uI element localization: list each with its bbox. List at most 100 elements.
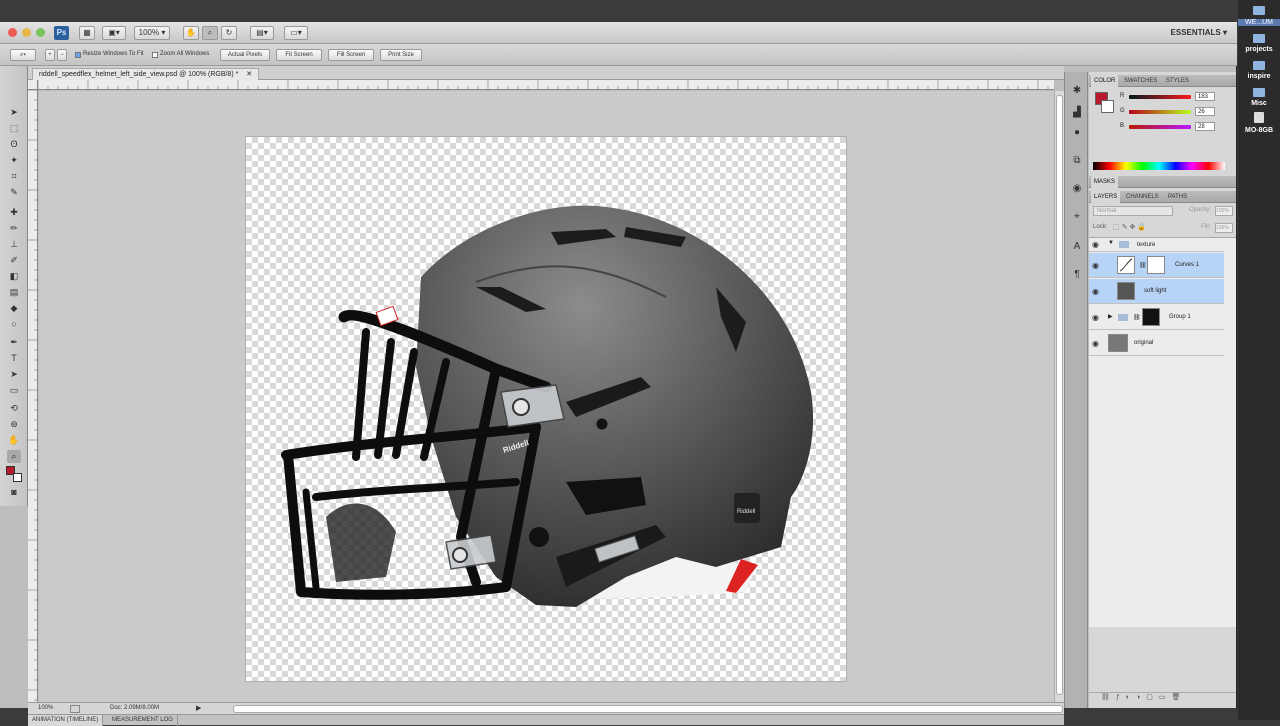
tab-swatches[interactable]: SWATCHES xyxy=(1121,75,1160,87)
desktop-item-label[interactable]: MO-8GB xyxy=(1238,127,1280,134)
tab-masks[interactable]: MASKS xyxy=(1091,176,1119,188)
visibility-eye-icon[interactable]: ◉ xyxy=(1092,313,1099,322)
arrange-documents-icon[interactable]: ▤▾ xyxy=(250,26,274,40)
shape-tool-icon[interactable]: ▭ xyxy=(7,384,21,397)
close-window-button[interactable] xyxy=(8,28,17,37)
vertical-scrollbar[interactable] xyxy=(1054,91,1064,702)
hand-tool-icon[interactable]: ✋ xyxy=(183,26,199,40)
tab-color[interactable]: COLOR xyxy=(1091,75,1119,87)
bridge-icon[interactable]: ▦ xyxy=(79,26,95,40)
vertical-scrollbar-thumb[interactable] xyxy=(1056,95,1063,695)
path-selection-tool-icon[interactable]: ➤ xyxy=(7,368,21,381)
visibility-eye-icon[interactable]: ◉ xyxy=(1092,339,1099,348)
color-spectrum-bar[interactable] xyxy=(1093,162,1225,170)
status-menu-arrow-icon[interactable]: ▶ xyxy=(196,703,201,714)
tab-channels[interactable]: CHANNELS xyxy=(1123,191,1162,203)
layers-panel-footer-icons[interactable]: ⛓ƒ◐◑▢▭🗑 xyxy=(1089,692,1236,704)
visibility-eye-icon[interactable]: ◉ xyxy=(1092,287,1099,296)
history-brush-tool-icon[interactable]: ✐ xyxy=(7,254,21,267)
status-zoom[interactable]: 100% xyxy=(38,703,53,714)
type-tool-icon[interactable]: T xyxy=(7,352,21,365)
view-extras-icon[interactable]: ▣▾ xyxy=(102,26,126,40)
tab-layers[interactable]: LAYERS xyxy=(1091,191,1121,203)
channel-g-slider[interactable] xyxy=(1129,110,1191,114)
document-tab[interactable]: riddell_speedflex_helmet_left_side_view.… xyxy=(32,68,260,80)
channel-r-slider[interactable] xyxy=(1129,95,1191,99)
healing-brush-tool-icon[interactable]: ✚ xyxy=(7,206,21,219)
quick-mask-icon[interactable]: ◙ xyxy=(7,486,21,499)
channel-b-value[interactable]: 28 xyxy=(1195,122,1215,131)
fill-field[interactable]: 100% xyxy=(1215,223,1233,233)
brush-tool-icon[interactable]: ✏ xyxy=(7,222,21,235)
navigator-icon[interactable]: ✱ xyxy=(1070,84,1084,98)
status-info-icon[interactable] xyxy=(70,705,80,713)
layer-row-texture[interactable]: ◉ ▼ texture xyxy=(1089,238,1224,252)
visibility-eye-icon[interactable]: ◉ xyxy=(1092,261,1099,270)
desktop-item-label[interactable]: WE...UM xyxy=(1238,19,1280,26)
tab-paths[interactable]: PATHS xyxy=(1165,191,1190,203)
layer-row-original[interactable]: ◉ original xyxy=(1089,331,1224,356)
background-color-chip[interactable] xyxy=(1101,100,1114,113)
channel-r-value[interactable]: 183 xyxy=(1195,92,1215,101)
channel-b-slider[interactable] xyxy=(1129,125,1191,129)
history-icon[interactable]: ⧉ xyxy=(1070,154,1084,168)
resize-windows-checkbox[interactable] xyxy=(75,52,81,58)
layer-row-group-1[interactable]: ◉ ▶ ⛓ Group 1 xyxy=(1089,305,1224,330)
blend-mode-select[interactable]: Normal xyxy=(1093,206,1173,216)
zoom-out-icon[interactable]: − xyxy=(57,49,67,61)
desktop-item-label[interactable]: inspire xyxy=(1238,73,1280,80)
zoom-tool-icon[interactable]: ⌕ xyxy=(202,26,218,40)
folder-icon[interactable] xyxy=(1253,88,1265,97)
rotate-view-icon[interactable]: ↻ xyxy=(221,26,237,40)
crop-tool-icon[interactable]: ⌗ xyxy=(7,170,21,183)
artboard[interactable]: Riddell Riddell xyxy=(246,137,846,681)
character-icon[interactable]: A xyxy=(1070,240,1084,254)
folder-icon[interactable] xyxy=(1253,61,1265,70)
group-collapsed-arrow-icon[interactable]: ▶ xyxy=(1108,313,1113,320)
folder-icon[interactable] xyxy=(1253,6,1265,15)
horizontal-scrollbar[interactable] xyxy=(233,705,1063,713)
fill-screen-button[interactable]: Fill Screen xyxy=(328,49,374,61)
tool-preset-picker[interactable]: ⌕▾ xyxy=(10,49,36,61)
zoom-tool-icon[interactable]: ⌕ xyxy=(7,450,21,463)
fit-screen-button[interactable]: Fit Screen xyxy=(276,49,322,61)
close-document-icon[interactable]: ✕ xyxy=(246,71,252,78)
drive-icon[interactable] xyxy=(1254,112,1264,123)
layer-row-curves-1[interactable]: ◉ ⛓ Curves 1 xyxy=(1089,253,1224,278)
background-color-swatch[interactable] xyxy=(13,473,22,482)
blur-tool-icon[interactable]: ◆ xyxy=(7,302,21,315)
dodge-tool-icon[interactable]: ○ xyxy=(7,318,21,331)
lasso-tool-icon[interactable]: ʘ xyxy=(7,138,21,151)
group-mask-thumbnail[interactable] xyxy=(1142,308,1160,326)
eraser-tool-icon[interactable]: ◧ xyxy=(7,270,21,283)
pen-tool-icon[interactable]: ✒ xyxy=(7,336,21,349)
visibility-eye-icon[interactable]: ◉ xyxy=(1092,240,1099,249)
ruler-origin[interactable] xyxy=(28,80,38,90)
3d-orbit-tool-icon[interactable]: ⊛ xyxy=(7,418,21,431)
canvas-area[interactable]: Riddell Riddell xyxy=(39,91,1054,702)
print-size-button[interactable]: Print Size xyxy=(380,49,422,61)
lock-icons[interactable]: ⬚✎✥🔒 xyxy=(1113,223,1148,231)
layer-row-soft-light[interactable]: ◉ soft light xyxy=(1089,279,1224,304)
info-icon[interactable]: ● xyxy=(1070,126,1084,140)
zoom-level-select[interactable]: 100% ▾ xyxy=(134,26,170,40)
desktop-item-label[interactable]: projects xyxy=(1238,46,1280,53)
zoom-all-windows-checkbox[interactable] xyxy=(152,52,158,58)
workspace-switcher[interactable]: ESSENTIALS ▾ xyxy=(1171,28,1227,37)
eyedropper-tool-icon[interactable]: ✎ xyxy=(7,186,21,199)
opacity-field[interactable]: 100% xyxy=(1215,206,1233,216)
folder-icon[interactable] xyxy=(1253,34,1265,43)
zoom-in-icon[interactable]: + xyxy=(45,49,55,61)
layer-mask-thumbnail[interactable] xyxy=(1147,256,1165,274)
hand-tool-icon[interactable]: ✋ xyxy=(7,434,21,447)
3d-rotate-tool-icon[interactable]: ⟲ xyxy=(7,402,21,415)
move-tool-icon[interactable]: ➤ xyxy=(7,106,21,119)
status-doc-size[interactable]: Doc: 2.09M/8.00M xyxy=(110,703,159,714)
magic-wand-tool-icon[interactable]: ✦ xyxy=(7,154,21,167)
histogram-icon[interactable]: ▟ xyxy=(1070,106,1084,120)
gradient-tool-icon[interactable]: ▤ xyxy=(7,286,21,299)
screen-mode-icon[interactable]: ▭▾ xyxy=(284,26,308,40)
tab-animation-timeline[interactable]: ANIMATION (TIMELINE) xyxy=(28,715,104,726)
tab-styles[interactable]: STYLES xyxy=(1163,75,1192,87)
paragraph-icon[interactable]: ¶ xyxy=(1070,268,1084,282)
